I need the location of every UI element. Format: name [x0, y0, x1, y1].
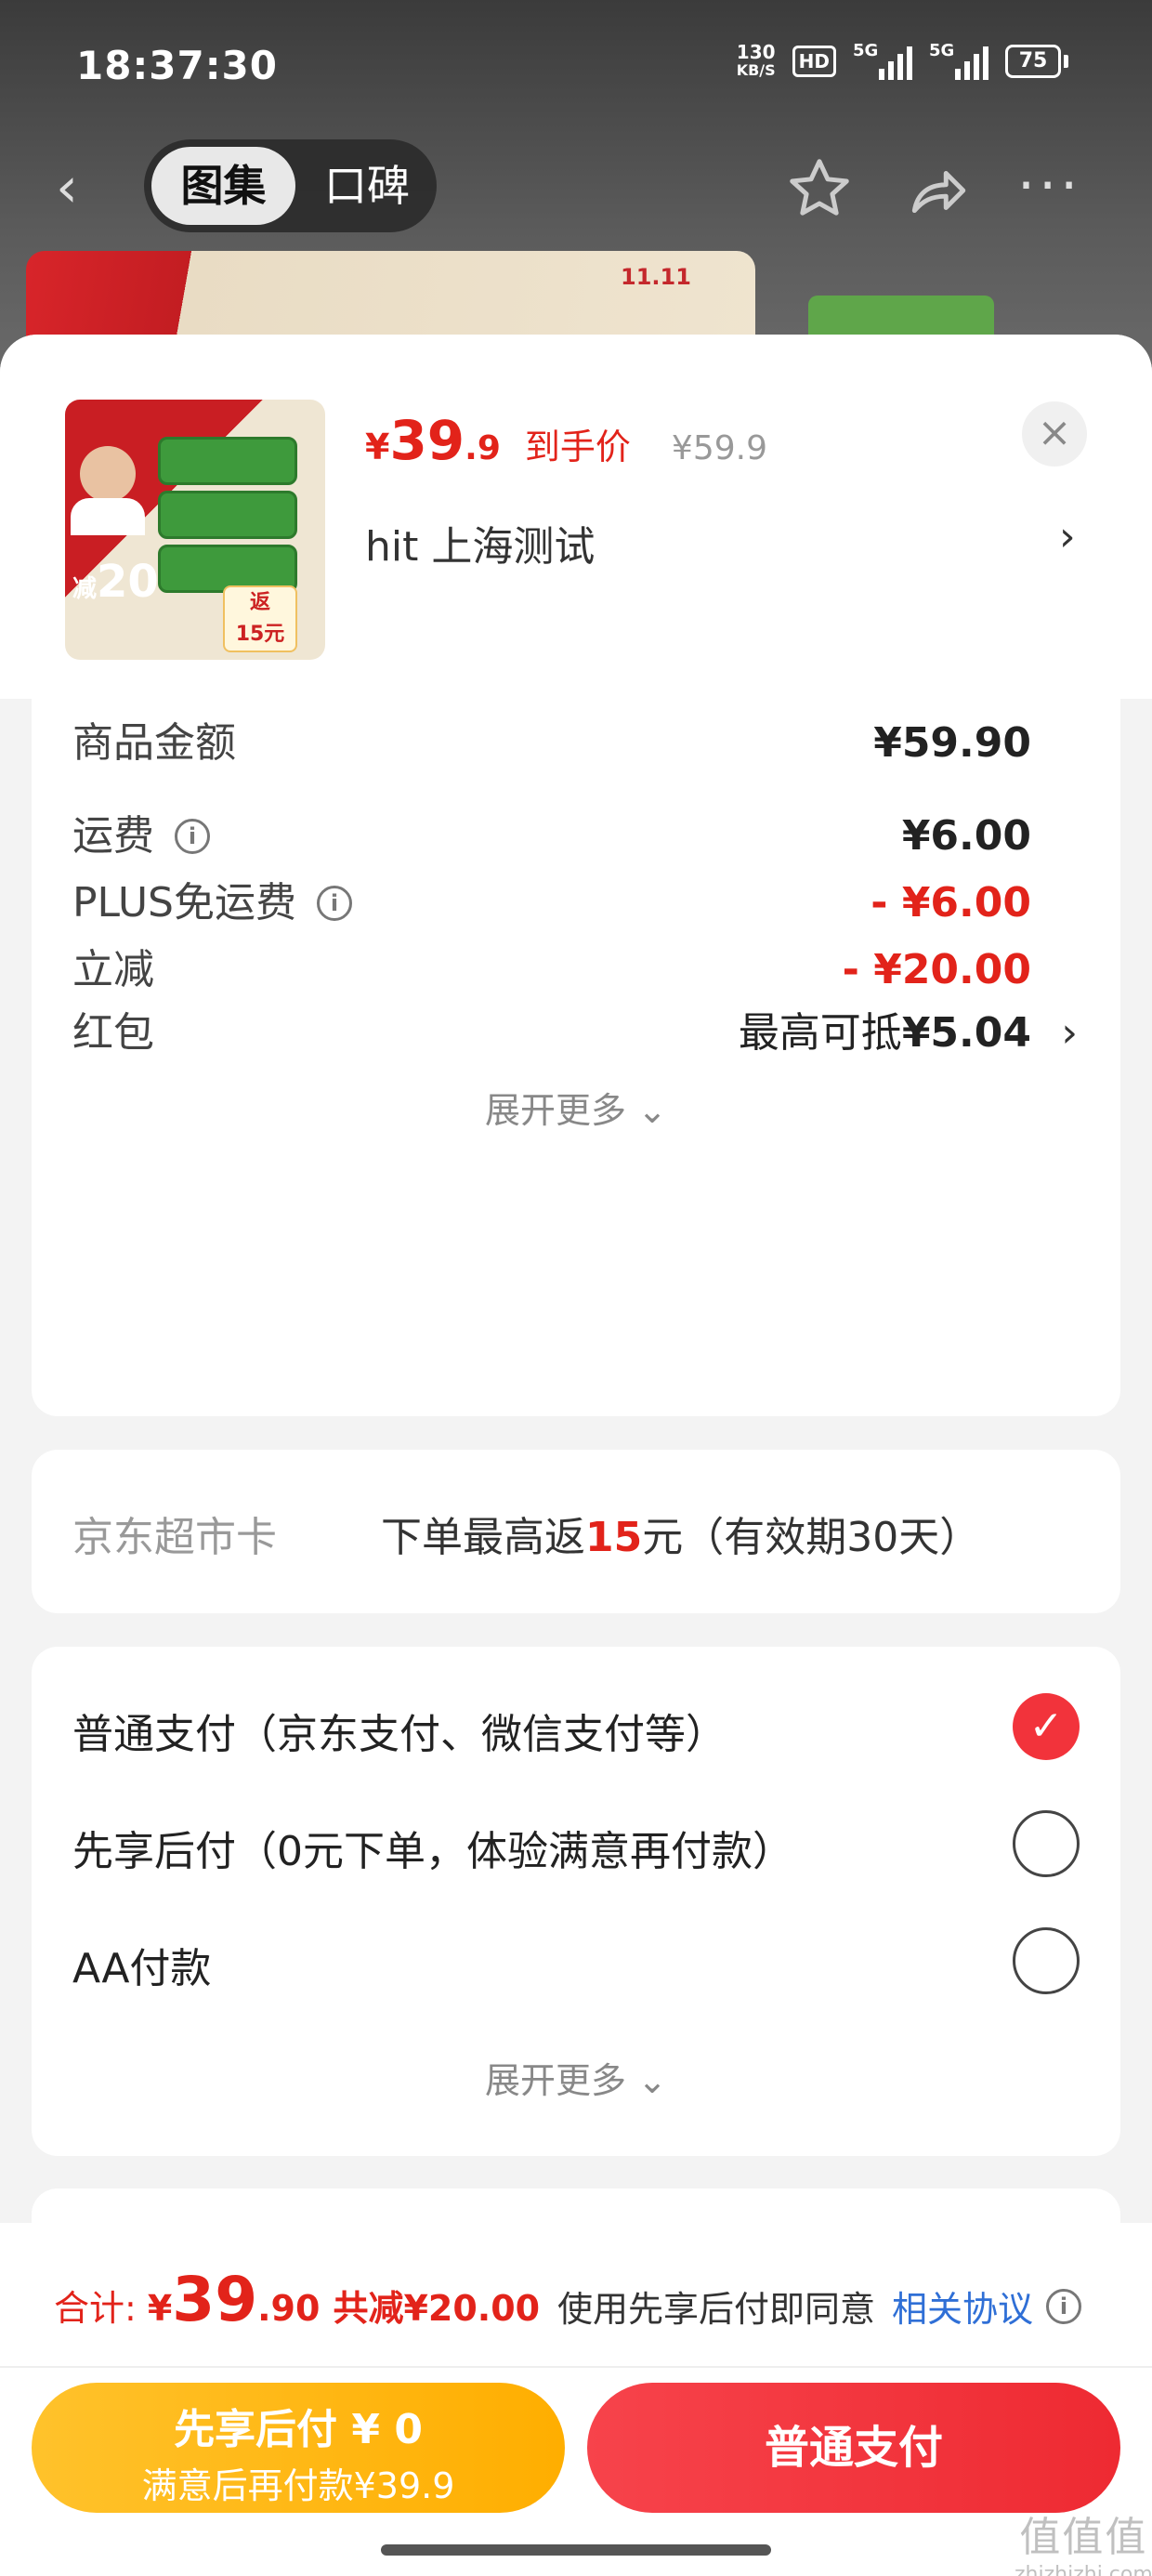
price-tag: 到手价 [524, 427, 631, 467]
final-price: ¥ 39 .9 到手价 ¥59.9 [365, 409, 767, 472]
chevron-left-icon[interactable]: ‹ [56, 160, 78, 216]
signal-icon-2: 5G [929, 41, 988, 80]
tab-gallery[interactable]: 图集 [151, 147, 295, 225]
battery-icon: 75 [1005, 45, 1068, 78]
expand-more-button[interactable]: 展开更多 ⌄ [32, 2052, 1120, 2103]
radio-checked-icon[interactable]: ✓ [1013, 1693, 1080, 1760]
share-icon[interactable] [903, 156, 972, 225]
radio-unchecked-icon[interactable] [1013, 1927, 1080, 1994]
info-icon[interactable]: i [1046, 2288, 1082, 2324]
total-savings: 共减¥20.00 [333, 2288, 541, 2329]
watermark-logo: 值值值 zhizhizhi.com [1015, 2514, 1152, 2576]
product-image-minus-label: 减20 [72, 556, 159, 608]
radio-unchecked-icon[interactable] [1013, 1810, 1080, 1877]
bottom-action-bar: 合计: ¥ 39 .90 共减¥20.00 使用先享后付即同意 相关协议 i 先… [0, 2223, 1152, 2576]
cost-row-goods: 商品金额 ¥59.90 [72, 719, 1031, 767]
payment-method-card: 普通支付（京东支付、微信支付等） ✓ 先享后付（0元下单，体验满意再付款） AA… [32, 1647, 1120, 2156]
info-icon[interactable]: i [175, 819, 210, 854]
signal-icon: 5G [853, 41, 912, 80]
cost-row-shipping: 运费 i ¥6.00 [72, 812, 1031, 860]
product-image: 减20 返 15元 [65, 400, 325, 660]
order-total: 合计: ¥ 39 .90 共减¥20.00 [54, 2264, 541, 2335]
cost-row-hongbao[interactable]: 红包 最高可抵¥5.04 › [72, 1005, 1078, 1061]
cost-breakdown-card: 商品金额 ¥59.90 运费 i ¥6.00 PLUS免运费 i - ¥6.00 立… [32, 699, 1120, 1416]
nav-tabs: 图集 口碑 [144, 139, 437, 232]
chevron-right-icon[interactable]: › [1061, 1005, 1078, 1061]
agreement-notice: 使用先享后付即同意 [557, 2289, 876, 2330]
divider [0, 2366, 1152, 2368]
more-icon[interactable]: ··· [1017, 158, 1081, 214]
payment-option-later[interactable]: 先享后付（0元下单，体验满意再付款） [72, 1810, 1080, 1881]
pay-later-button[interactable]: 先享后付 ¥ 0 满意后再付款¥39.9 [32, 2383, 565, 2513]
network-speed: 130 KB/S [736, 41, 776, 79]
top-nav: ‹ 图集 口碑 ··· [0, 139, 1152, 232]
cost-row-plus-shipping: PLUS免运费 i - ¥6.00 [72, 879, 1031, 927]
payment-option-aa[interactable]: AA付款 [72, 1927, 1080, 1998]
tab-reviews[interactable]: 口碑 [311, 147, 423, 225]
chevron-right-icon[interactable]: › [1059, 513, 1076, 560]
product-spec[interactable]: hit 上海测试 [365, 513, 595, 572]
hd-icon: HD [792, 46, 836, 77]
star-outline-icon[interactable] [785, 154, 854, 223]
status-time: 18:37:30 [76, 43, 278, 88]
product-image-coupon: 返 15元 [223, 585, 297, 652]
status-icons: 130 KB/S HD 5G 5G 75 [736, 41, 1068, 80]
close-button[interactable]: × [1022, 401, 1087, 467]
status-bar: 18:37:30 130 KB/S HD 5G 5G 75 [0, 0, 1152, 139]
home-indicator[interactable] [381, 2544, 771, 2556]
brand-logo: 11.11 [621, 264, 691, 290]
cost-row-discount: 立减 - ¥20.00 [72, 946, 1031, 993]
original-price: ¥59.9 [671, 429, 767, 467]
expand-more-button[interactable]: 展开更多 ⌄ [32, 1082, 1120, 1133]
sheet-header: 减20 返 15元 ¥ 39 .9 到手价 ¥59.9 hit 上海测试 › × [0, 335, 1152, 699]
payment-option-normal[interactable]: 普通支付（京东支付、微信支付等） ✓ [72, 1693, 1080, 1764]
supermarket-card[interactable]: 京东超市卡 下单最高返15元（有效期30天） [32, 1450, 1120, 1613]
info-icon[interactable]: i [317, 886, 352, 921]
normal-pay-button[interactable]: 普通支付 [587, 2383, 1120, 2513]
agreement-link[interactable]: 相关协议 [892, 2280, 1033, 2332]
